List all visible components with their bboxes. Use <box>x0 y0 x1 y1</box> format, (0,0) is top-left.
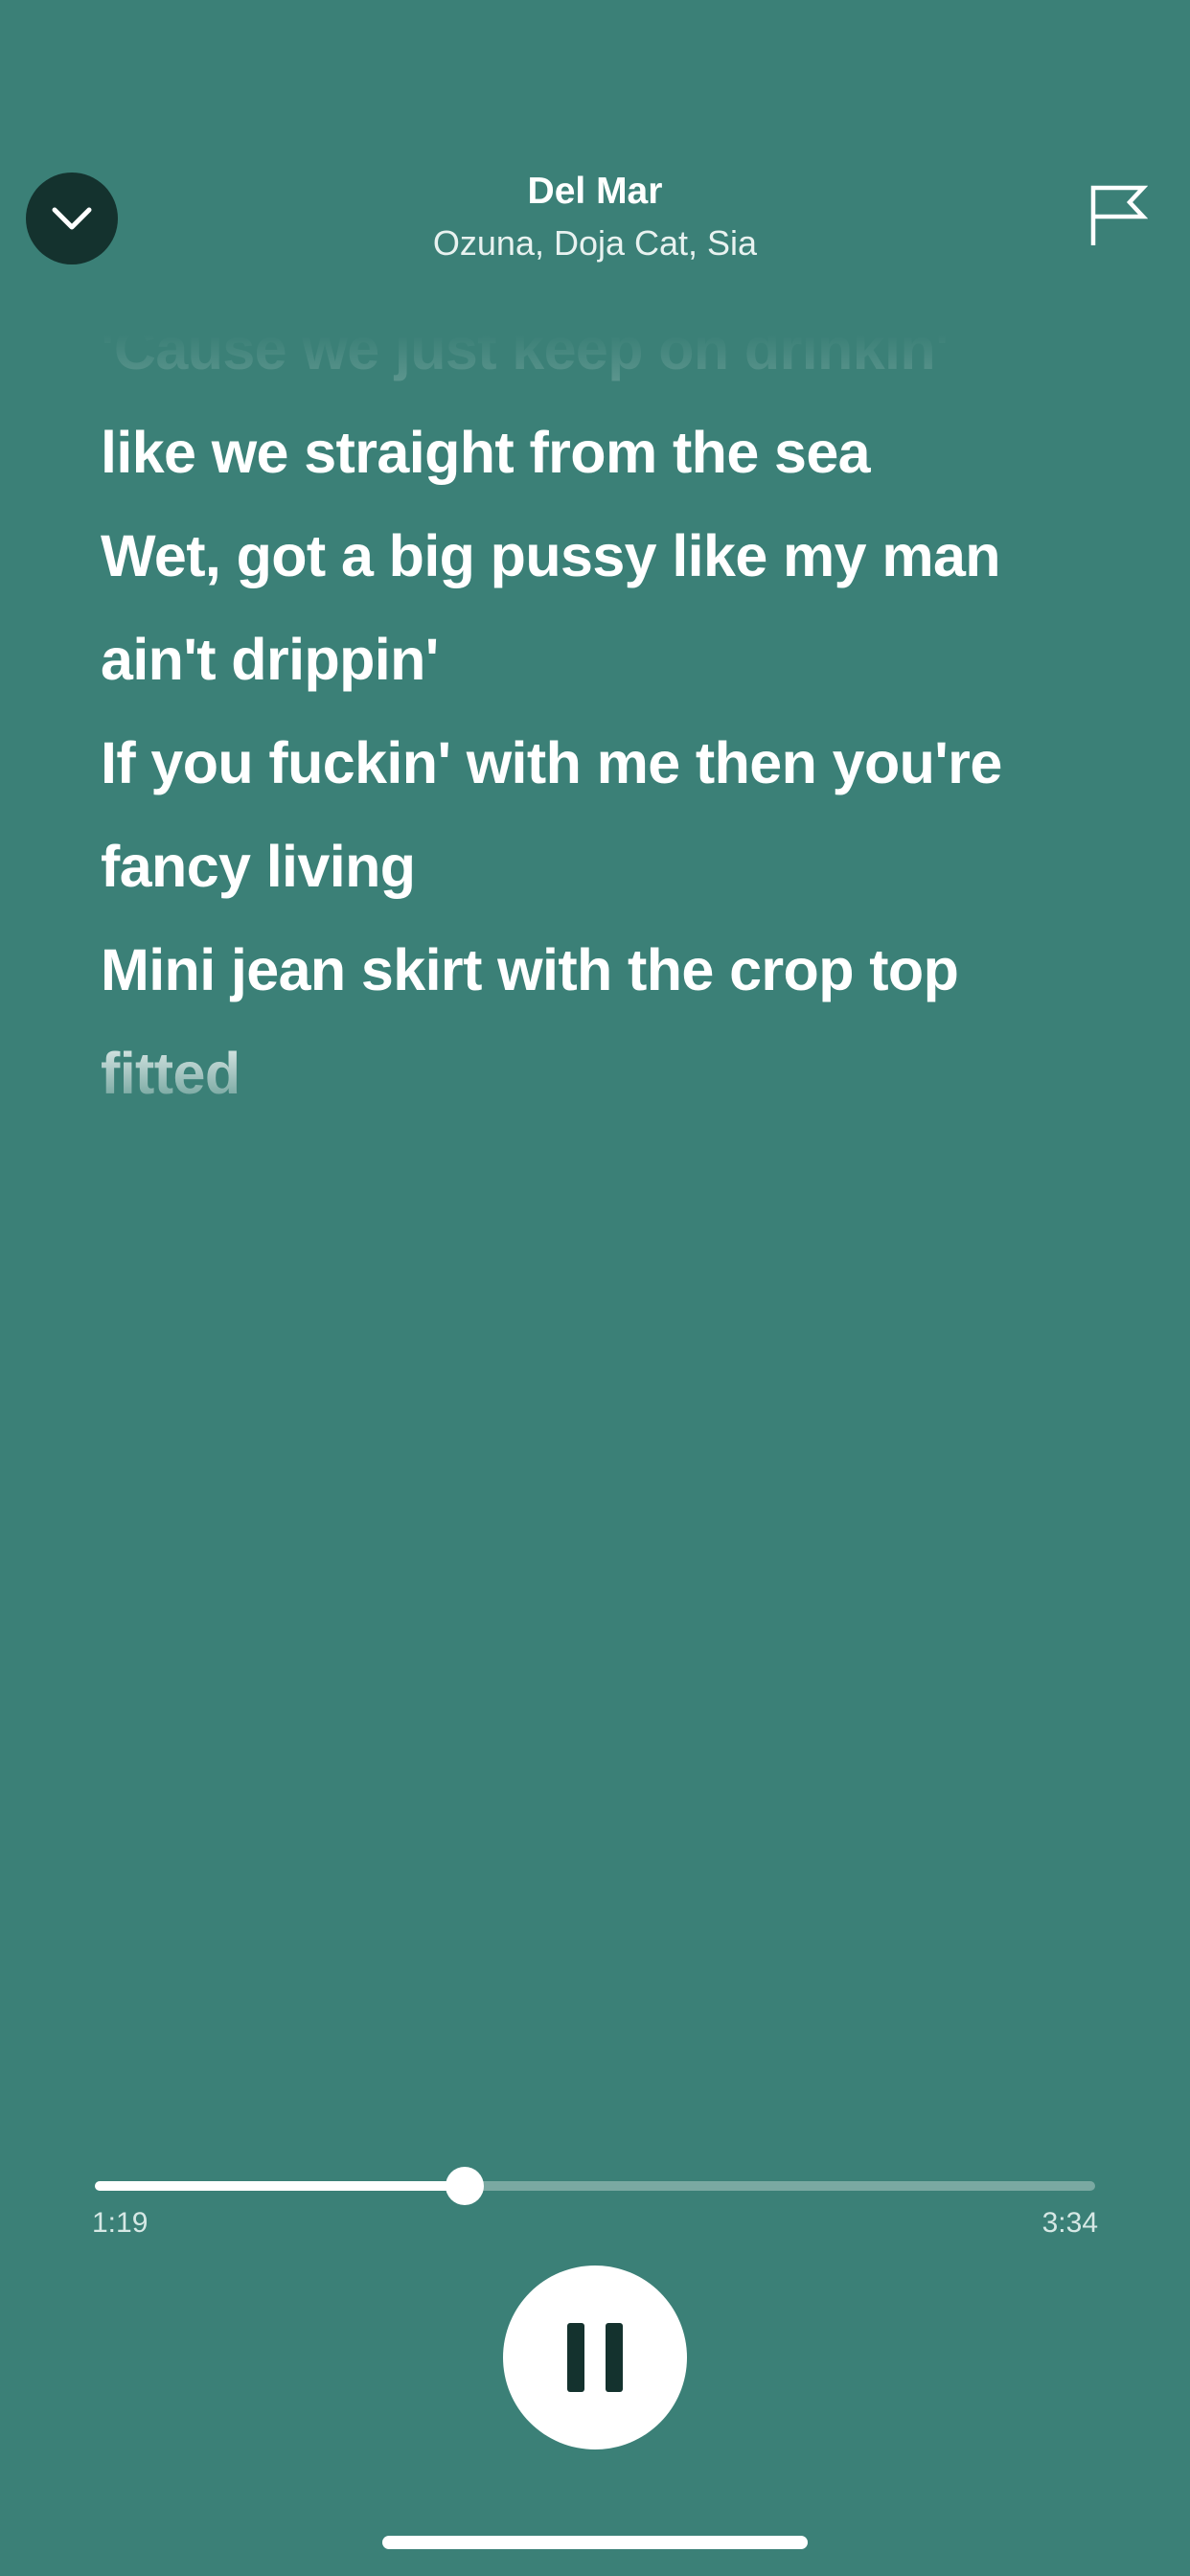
chevron-down-icon <box>52 207 92 230</box>
collapse-button[interactable] <box>26 172 118 264</box>
report-button[interactable] <box>1085 182 1152 249</box>
flag-icon <box>1090 185 1148 245</box>
pause-icon <box>567 2323 623 2392</box>
song-artists: Ozuna, Doja Cat, Sia <box>432 223 758 263</box>
lyric-line[interactable]: 'Cause we just keep on drinkin' <box>101 335 1097 401</box>
song-title: Del Mar <box>527 171 663 212</box>
progress-fill <box>95 2181 466 2191</box>
now-playing-header: Del Mar Ozuna, Doja Cat, Sia <box>211 165 979 268</box>
progress-thumb[interactable] <box>446 2167 485 2205</box>
lyric-line[interactable]: Mini jean skirt with the crop top fitted <box>101 918 1097 1125</box>
progress-bar[interactable] <box>95 2167 1095 2205</box>
lyric-line[interactable]: Wet, got a big pussy like my man ain't d… <box>101 504 1097 711</box>
total-time: 3:34 <box>1041 2207 1098 2239</box>
pause-button[interactable] <box>503 2266 687 2450</box>
lyrics-list: 'Cause we just keep on drinkin' like we s… <box>101 335 1097 1131</box>
lyrics-scroll-area[interactable]: 'Cause we just keep on drinkin' like we s… <box>0 335 1190 1131</box>
lyric-line[interactable]: If you fuckin' with me then you're fancy… <box>101 711 1097 918</box>
lyrics-screen: Del Mar Ozuna, Doja Cat, Sia 'Cause we j… <box>0 0 1190 2576</box>
elapsed-time: 1:19 <box>92 2207 149 2239</box>
lyric-line[interactable]: Tell me he don't like when I got panties… <box>101 1125 1097 1131</box>
lyric-line[interactable]: like we straight from the sea <box>101 401 1097 504</box>
home-indicator <box>382 2536 808 2549</box>
